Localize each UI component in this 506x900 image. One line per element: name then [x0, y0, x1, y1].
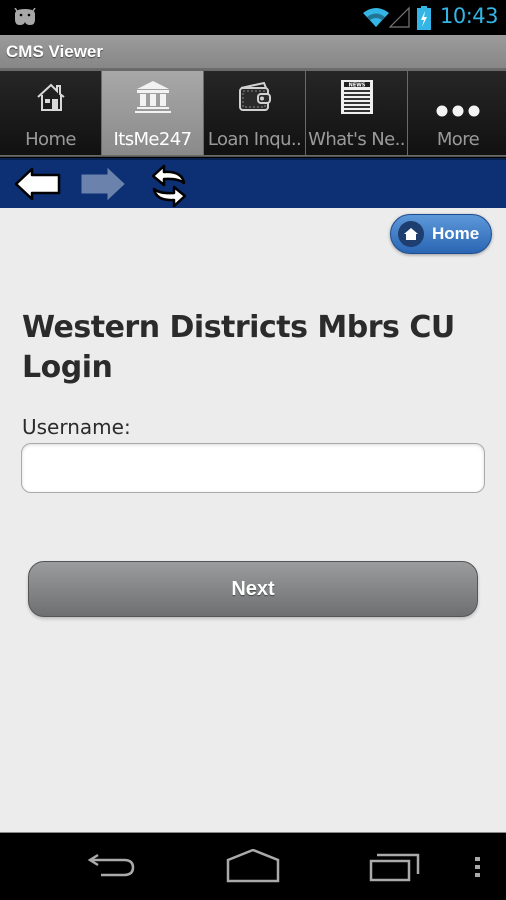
system-navigation-bar [0, 832, 506, 900]
battery-charging-icon [417, 6, 431, 35]
status-bar: 10:43 [0, 0, 506, 35]
username-label: Username: [22, 415, 131, 439]
tab-loan-inquiry[interactable]: Loan Inqu.. [204, 71, 305, 155]
app-title: CMS Viewer [6, 42, 104, 61]
browser-nav-bar [0, 158, 506, 208]
back-arrow-icon[interactable] [14, 166, 62, 207]
back-icon[interactable] [86, 849, 136, 888]
wallet-icon [204, 79, 305, 115]
house-icon [0, 79, 101, 115]
tab-whats-new[interactable]: NEWS What's Ne.. [306, 71, 407, 155]
svg-text:NEWS: NEWS [348, 83, 365, 89]
home-button[interactable]: Home [390, 214, 492, 254]
forward-arrow-icon[interactable] [80, 166, 126, 207]
action-bar: CMS Viewer [0, 35, 506, 69]
tab-more[interactable]: More [408, 71, 506, 155]
tab-label: More [436, 129, 480, 150]
cell-signal-icon [388, 6, 411, 33]
tab-home[interactable]: Home [0, 71, 101, 155]
page-title: Western Districts Mbrs CU Login [22, 310, 455, 385]
clock: 10:43 [440, 4, 499, 28]
home-button-label: Home [432, 224, 480, 243]
tab-itsme247[interactable]: ItsMe247 [102, 71, 203, 155]
home-icon[interactable] [226, 848, 280, 888]
tab-label: ItsMe247 [113, 129, 193, 150]
tab-label: Loan Inqu.. [207, 129, 302, 150]
page-content: Home Western Districts Mbrs CU Login Use… [0, 208, 506, 832]
bank-icon [102, 79, 203, 115]
overflow-menu-icon[interactable] [473, 849, 483, 888]
tab-bar: Home ItsMe247 Loan Inqu.. NEWS What's Ne… [0, 69, 506, 157]
more-dots-icon [408, 93, 506, 129]
next-button[interactable]: Next [28, 561, 478, 617]
home-icon [398, 221, 424, 247]
tab-label: What's Ne.. [308, 129, 405, 150]
wifi-icon [362, 6, 390, 33]
refresh-icon[interactable] [148, 163, 190, 214]
tab-label: Home [25, 129, 76, 150]
newspaper-icon: NEWS [306, 79, 407, 115]
username-input[interactable] [21, 443, 485, 493]
android-notification-icon [12, 7, 38, 31]
recent-apps-icon[interactable] [369, 849, 421, 888]
